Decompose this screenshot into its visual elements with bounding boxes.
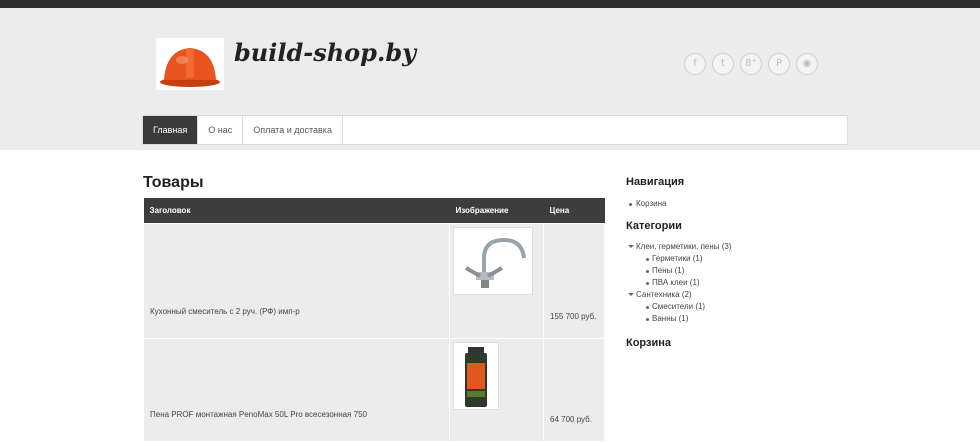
product-name-link[interactable]: Пена PROF монтажная PenoMax 50L Pro всес… <box>143 338 450 442</box>
product-name-link[interactable]: Кухонный смеситель с 2 руч. (РФ) имп-р <box>143 223 450 339</box>
category-item-plumbing[interactable]: Сантехника (2) <box>626 289 826 301</box>
rss-icon[interactable]: ◉ <box>796 53 818 75</box>
category-item-faucets[interactable]: Смесители (1) <box>626 301 826 313</box>
sidebar-nav-list: Корзина <box>626 198 826 210</box>
product-image-cell <box>449 338 544 442</box>
site-header: build-shop.by f t 8⁺ P ◉ Главная О нас О… <box>0 8 980 150</box>
nav-item-about[interactable]: О нас <box>198 116 244 144</box>
main-nav: Главная О нас Оплата и доставка <box>142 115 848 145</box>
social-links: f t 8⁺ P ◉ <box>684 53 818 75</box>
column-header-image: Изображение <box>449 198 544 224</box>
category-item-pva-glue[interactable]: ПВА клеи (1) <box>626 277 826 289</box>
sidebar-nav-heading: Навигация <box>626 176 685 188</box>
top-bar <box>0 0 980 8</box>
product-image-cell <box>449 223 544 339</box>
column-header-price: Цена <box>543 198 605 224</box>
sidebar: Навигация Корзина Категории Клеи, гермет… <box>626 176 826 349</box>
category-item-adhesives[interactable]: Клеи, герметики, пены (3) <box>626 241 826 253</box>
sidebar-categories-heading: Категории <box>626 220 682 232</box>
product-price: 155 700 руб. <box>543 223 605 339</box>
category-item-bathtubs[interactable]: Ванны (1) <box>626 313 826 325</box>
pinterest-icon[interactable]: P <box>768 53 790 75</box>
product-price: 64 700 руб. <box>543 338 605 442</box>
table-row: Кухонный смеситель с 2 руч. (РФ) имп-р 1… <box>143 223 605 339</box>
products-table: Заголовок Изображение Цена Кухонный смес… <box>143 198 605 442</box>
page-title: Товары <box>143 174 204 191</box>
twitter-icon[interactable]: t <box>712 53 734 75</box>
table-header-row: Заголовок Изображение Цена <box>143 198 605 224</box>
site-title[interactable]: build-shop.by <box>234 38 416 67</box>
faucet-image[interactable] <box>453 227 533 295</box>
googleplus-icon[interactable]: 8⁺ <box>740 53 762 75</box>
category-list: Клеи, герметики, пены (3) Герметики (1) … <box>626 241 826 325</box>
foam-can-image[interactable] <box>453 342 499 410</box>
sidebar-item-cart[interactable]: Корзина <box>626 198 826 210</box>
category-item-foams[interactable]: Пены (1) <box>626 265 826 277</box>
helmet-logo-icon[interactable] <box>156 38 224 90</box>
category-item-sealants[interactable]: Герметики (1) <box>626 253 826 265</box>
nav-item-home[interactable]: Главная <box>143 116 199 144</box>
sidebar-cart-heading: Корзина <box>626 337 671 349</box>
nav-item-payment-delivery[interactable]: Оплата и доставка <box>243 116 343 144</box>
facebook-icon[interactable]: f <box>684 53 706 75</box>
column-header-title: Заголовок <box>143 198 450 224</box>
table-row: Пена PROF монтажная PenoMax 50L Pro всес… <box>143 338 605 442</box>
